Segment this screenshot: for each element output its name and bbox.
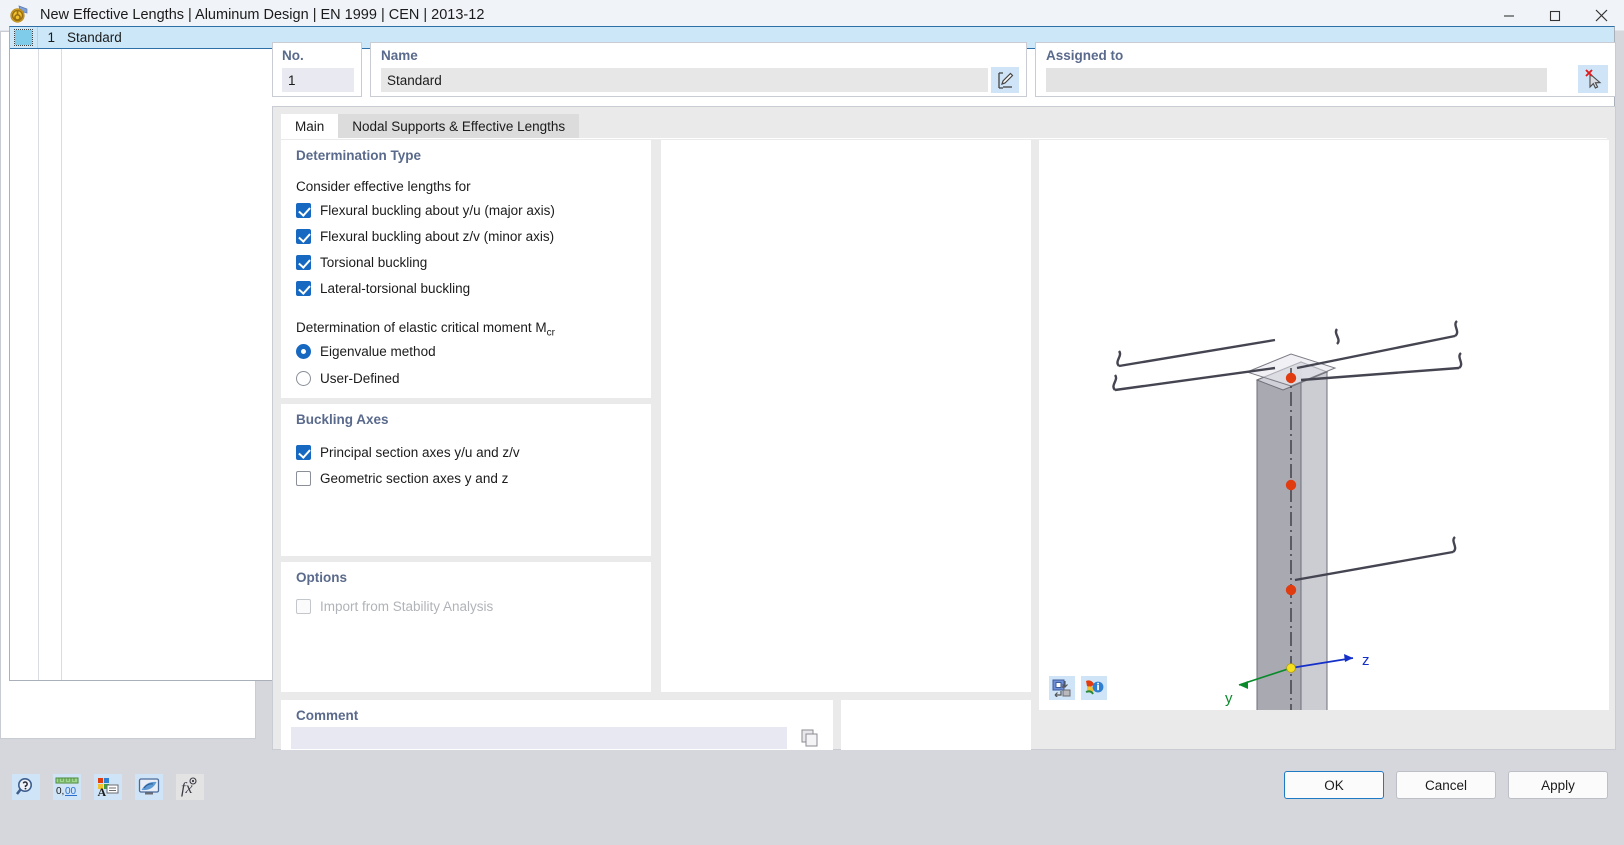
checkbox-torsional-buckling[interactable]: Torsional buckling: [296, 255, 427, 270]
checkbox-flexural-buckling-z[interactable]: Flexural buckling about z/v (minor axis): [296, 229, 554, 244]
checkbox-label: Import from Stability Analysis: [320, 599, 494, 614]
apply-button[interactable]: Apply: [1508, 771, 1608, 799]
buckling-axes-title: Buckling Axes: [296, 412, 389, 427]
checkbox-lateral-torsional-buckling[interactable]: Lateral-torsional buckling: [296, 281, 470, 296]
critical-moment-label: Determination of elastic critical moment…: [296, 320, 555, 339]
cursor-deselect-icon: [1585, 69, 1602, 89]
name-panel: Name Standard: [370, 42, 1027, 97]
checkbox-indicator: [296, 599, 311, 614]
checkbox-indicator[interactable]: [296, 203, 311, 218]
radio-indicator[interactable]: [296, 371, 311, 386]
assigned-to-pick-button[interactable]: [1578, 65, 1608, 93]
row-color-cell[interactable]: [10, 27, 38, 48]
display-properties-button[interactable]: A: [94, 774, 122, 800]
radio-indicator[interactable]: [296, 344, 311, 359]
bottom-bar: 0, 00 A fx OK Cancel Apply: [0, 760, 1624, 845]
info-balloon-icon: [1085, 680, 1104, 695]
svg-text:A: A: [98, 785, 107, 797]
checkbox-flexural-buckling-y[interactable]: Flexural buckling about y/u (major axis): [296, 203, 555, 218]
units-button[interactable]: 0, 00: [53, 774, 81, 800]
middle-empty-panel: [661, 140, 1031, 692]
help-button[interactable]: [12, 774, 40, 800]
name-edit-button[interactable]: [991, 67, 1019, 93]
fx-icon: fx: [181, 777, 197, 797]
dialog-buttons: OK Cancel Apply: [1284, 771, 1608, 799]
main-content-card: Main Nodal Supports & Effective Lengths …: [272, 106, 1616, 750]
model-3d-view[interactable]: z y: [1039, 140, 1609, 710]
checkbox-indicator[interactable]: [296, 471, 311, 486]
checkbox-principal-section-axes[interactable]: Principal section axes y/u and z/v: [296, 445, 520, 460]
critical-moment-subscript: cr: [546, 327, 555, 339]
checkbox-indicator[interactable]: [296, 255, 311, 270]
checkbox-import-from-stability-analysis: Import from Stability Analysis: [296, 599, 493, 614]
comment-section: Comment: [281, 700, 833, 750]
radio-label: Eigenvalue method: [320, 344, 436, 359]
view-info-button[interactable]: [1081, 676, 1107, 700]
assigned-to-panel: Assigned to: [1035, 42, 1616, 97]
checkbox-label: Lateral-torsional buckling: [320, 281, 471, 296]
consider-effective-lengths-label: Consider effective lengths for: [296, 179, 471, 194]
checkbox-label: Flexural buckling about y/u (major axis): [320, 203, 555, 218]
radio-eigenvalue-method[interactable]: Eigenvalue method: [296, 344, 436, 359]
name-label: Name: [381, 48, 418, 63]
colors-a-icon: A: [98, 778, 119, 797]
number-panel: No. 1: [272, 42, 362, 97]
checkbox-label: Torsional buckling: [320, 255, 428, 270]
determination-type-title: Determination Type: [296, 148, 422, 163]
checkbox-indicator[interactable]: [296, 281, 311, 296]
name-input[interactable]: Standard: [381, 68, 988, 92]
list-panel: List 1 Standard: [0, 26, 1615, 834]
effective-lengths-icon: [9, 4, 31, 26]
units-0-00-icon: 0, 00: [55, 777, 79, 797]
critical-moment-text: Determination of elastic critical moment…: [296, 320, 547, 335]
bottom-toolbar: 0, 00 A fx: [12, 774, 204, 800]
axis-y-label: y: [1225, 690, 1233, 707]
number-input[interactable]: 1: [282, 68, 354, 92]
number-label: No.: [282, 48, 304, 63]
tab-nodal-supports[interactable]: Nodal Supports & Effective Lengths: [338, 114, 580, 138]
determination-type-section: Determination Type Consider effective le…: [281, 140, 651, 398]
checkbox-label: Geometric section axes y and z: [320, 471, 509, 486]
tab-underline: [281, 138, 1607, 139]
options-title: Options: [296, 570, 347, 585]
comment-input[interactable]: [291, 727, 787, 749]
window-title: New Effective Lengths | Aluminum Design …: [40, 7, 485, 23]
copy-icon: [801, 729, 818, 747]
svg-text:0,: 0,: [56, 786, 64, 797]
model-viewport-section[interactable]: z y: [1039, 140, 1609, 710]
color-swatch[interactable]: [14, 29, 33, 46]
grid-line: [61, 49, 62, 680]
checkbox-indicator[interactable]: [296, 445, 311, 460]
magnifier-question-icon: [15, 778, 32, 795]
comment-side-panel: [841, 700, 1031, 750]
checkbox-indicator[interactable]: [296, 229, 311, 244]
grid-line: [38, 49, 39, 680]
checkbox-label: Flexural buckling about z/v (minor axis): [320, 229, 555, 244]
ok-button[interactable]: OK: [1284, 771, 1384, 799]
radio-user-defined[interactable]: User-Defined: [296, 371, 400, 386]
tab-bar: Main Nodal Supports & Effective Lengths: [281, 114, 580, 138]
view-rotate-button[interactable]: [1049, 676, 1075, 700]
tab-main[interactable]: Main: [281, 114, 339, 138]
comment-copy-button[interactable]: [797, 726, 823, 750]
checkbox-label: Principal section axes y/u and z/v: [320, 445, 520, 460]
monitor-icon: [138, 778, 160, 795]
assigned-to-label: Assigned to: [1046, 48, 1124, 63]
radio-label: User-Defined: [320, 371, 400, 386]
assigned-to-input[interactable]: [1046, 68, 1547, 92]
checkbox-geometric-section-axes[interactable]: Geometric section axes y and z: [296, 471, 508, 486]
cancel-button[interactable]: Cancel: [1396, 771, 1496, 799]
member-3d-graphic: z y: [1112, 320, 1463, 710]
axis-z-label: z: [1362, 652, 1370, 669]
formula-button[interactable]: fx: [176, 774, 204, 800]
row-number: 1: [47, 30, 55, 45]
options-section: Options Import from Stability Analysis: [281, 562, 651, 692]
view-rotate-icon: [1052, 679, 1071, 697]
buckling-axes-section: Buckling Axes Principal section axes y/u…: [281, 404, 651, 556]
viewport-toolbar: [1049, 676, 1107, 700]
comment-title: Comment: [296, 708, 359, 723]
render-settings-button[interactable]: [135, 774, 163, 800]
pencil-box-icon: [997, 71, 1013, 89]
